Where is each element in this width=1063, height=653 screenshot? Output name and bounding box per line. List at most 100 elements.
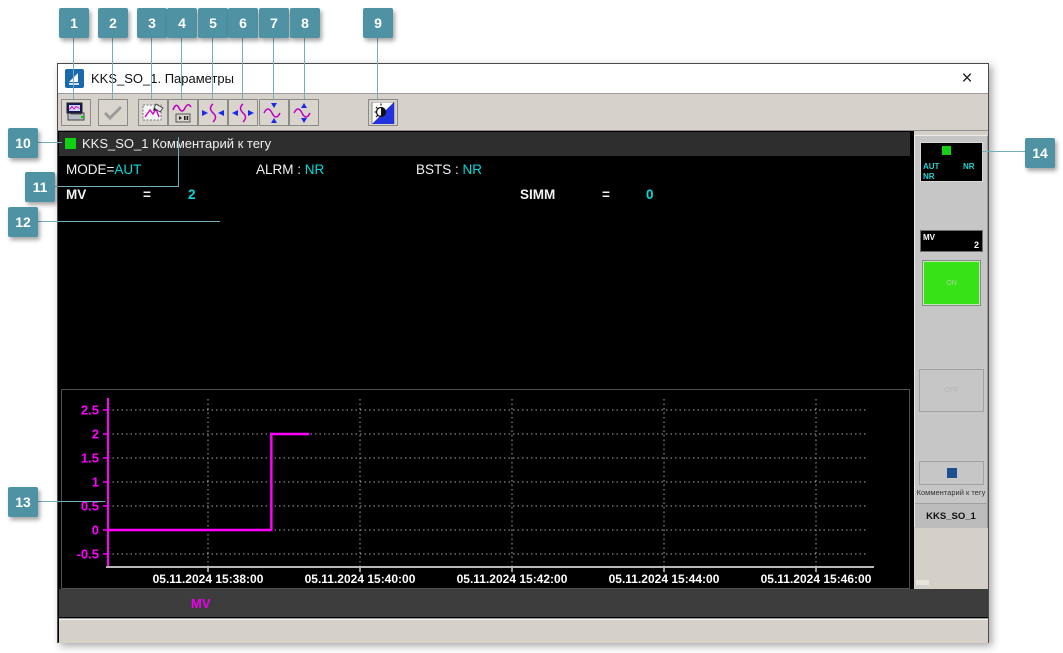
callout-line-11-h [55,186,179,187]
app-icon [65,69,84,88]
mode-label: MODE= [66,162,115,177]
svg-text:05.11.2024 15:42:00: 05.11.2024 15:42:00 [457,572,568,586]
faceplate-window: KKS_SO_1. Параметры × KKS_SO_1 Комментар… [57,63,989,643]
title-bar[interactable]: KKS_SO_1. Параметры × [58,64,988,94]
trend-chart: 2.5 2 1.5 1 0.5 0 -0.5 05.11.2024 15:38:00 05.11… [61,389,910,589]
trend-play-pause-button[interactable] [168,99,198,126]
print-screen-icon [66,102,85,120]
callout-badge-11: 11 [25,172,55,202]
report-image-button[interactable] [138,99,168,126]
trend-play-pause-icon [172,103,192,122]
toolbar [58,94,988,131]
simm-equals: = [602,187,610,202]
stop-button[interactable] [919,461,984,485]
mode-field: MODE=AUT [66,162,141,177]
tag-header-text: KKS_SO_1 Комментарий к тегу [82,136,272,151]
callout-line-12 [38,221,220,222]
close-button[interactable]: × [956,68,978,90]
svg-text:05.11.2024 15:40:00: 05.11.2024 15:40:00 [305,572,416,586]
mv-value: 2 [188,187,196,202]
value-axis-squeeze-icon [263,102,281,123]
callout-line-4 [181,38,182,99]
mini-mv-box: MV 2 [920,230,983,252]
mini-mv-label: MV [923,233,935,242]
mv-equals: = [143,187,151,202]
svg-text:1.5: 1.5 [81,451,99,466]
callout-badge-10: 10 [8,128,38,158]
status-bar [59,618,988,643]
callout-line-1 [73,38,74,99]
tag-status-indicator [65,138,76,149]
callout-badge-6: 6 [228,8,258,38]
confirm-check-icon [103,105,123,120]
value-axis-stretch-button[interactable] [289,99,319,126]
mini-faceplate: AUT NR NR MV 2 ON OFF Комментарий к тегу… [914,135,988,528]
svg-text:05.11.2024 15:46:00: 05.11.2024 15:46:00 [761,572,872,586]
off-button[interactable]: OFF [919,369,984,412]
value-axis-stretch-icon [293,102,311,123]
alrm-value: NR [304,162,325,177]
mini-comment-label: Комментарий к тегу [916,488,986,497]
svg-text:05.11.2024 15:44:00: 05.11.2024 15:44:00 [609,572,720,586]
svg-text:1: 1 [92,475,99,490]
svg-text:2: 2 [92,427,99,442]
theme-toggle-button[interactable] [368,99,398,126]
bsts-field: BSTS : NR [416,162,482,177]
mini-status-box: AUT NR NR [920,142,983,182]
trend-svg: 2.521.510.50-0.505.11.2024 15:38:00 05.11… [77,398,874,586]
callout-line-2 [112,38,113,99]
callout-line-9 [377,38,378,99]
stop-square-icon [946,468,957,478]
callout-line-6 [242,38,243,99]
trend-legend-bar: MV [59,589,988,617]
page: 1 2 3 4 5 6 7 8 9 10 11 12 13 14 KKS_SO_… [0,0,1063,653]
bsts-label: BSTS : [416,162,463,177]
callout-line-5 [212,38,213,99]
time-axis-stretch-button[interactable] [228,99,258,126]
time-axis-squeeze-icon [202,102,224,123]
print-screen-button[interactable] [61,99,91,126]
callout-line-3 [151,38,152,99]
mini-bsts-value: NR [923,172,935,181]
callout-badge-9: 9 [363,8,393,38]
mode-value: AUT [114,162,142,177]
value-axis-squeeze-button[interactable] [259,99,289,126]
bsts-value: NR [462,162,483,177]
mini-alrm-value: NR [963,162,975,171]
sidebar-column: AUT NR NR MV 2 ON OFF Комментарий к тегу… [914,131,988,589]
time-axis-squeeze-button[interactable] [198,99,228,126]
callout-line-10 [38,142,62,143]
mini-mv-value: 2 [973,240,979,250]
callout-badge-1: 1 [59,8,89,38]
sidebar-grip [916,580,929,585]
svg-text:-0.5: -0.5 [77,547,99,562]
simm-label: SIMM [520,187,556,202]
callout-line-13 [38,501,105,502]
mini-mode-value: AUT [923,162,940,171]
time-axis-stretch-icon [232,102,254,123]
confirm-button[interactable] [98,99,128,126]
callout-badge-2: 2 [98,8,128,38]
svg-text:05.11.2024 15:38:00: 05.11.2024 15:38:00 [153,572,264,586]
callout-badge-12: 12 [8,207,38,237]
simm-value: 0 [646,187,654,202]
svg-text:2.5: 2.5 [81,403,99,418]
alrm-label: ALRM : [256,162,305,177]
on-button[interactable]: ON [922,260,981,306]
callout-badge-13: 13 [8,487,38,517]
callout-badge-5: 5 [198,8,228,38]
report-image-icon [142,102,164,120]
callout-badge-14: 14 [1025,138,1055,168]
callout-line-14 [982,151,1025,152]
legend-series-label[interactable]: MV [191,596,211,611]
theme-toggle-icon [371,101,395,124]
callout-line-11-v [178,137,179,187]
svg-text:0: 0 [92,523,99,538]
callout-line-8 [304,38,305,99]
alrm-field: ALRM : NR [256,162,324,177]
callout-line-7 [273,38,274,99]
callout-badge-8: 8 [290,8,320,38]
callout-badge-7: 7 [259,8,289,38]
mv-label: MV [66,187,87,202]
callout-badge-3: 3 [137,8,167,38]
